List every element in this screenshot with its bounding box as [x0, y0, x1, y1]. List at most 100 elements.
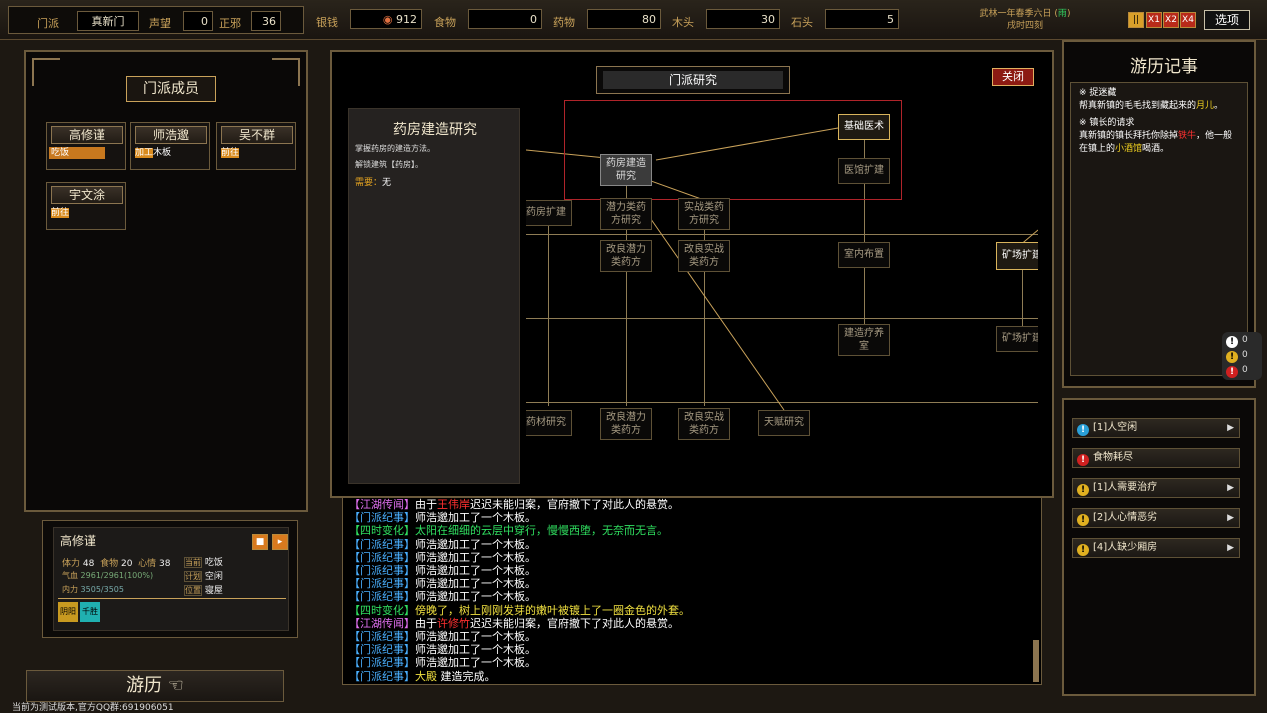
tech-node[interactable]: 室内布置 — [838, 242, 890, 268]
divider — [58, 598, 286, 599]
alert-button[interactable]: ! [1]人需要治疗 ▶ — [1072, 478, 1240, 498]
log-text: 王伟岸 — [437, 498, 470, 511]
member-card[interactable]: 宇文涂 前往 — [46, 182, 126, 230]
alert-button[interactable]: ! [1]人空闲 ▶ — [1072, 418, 1240, 438]
log-text: 由于 — [415, 616, 437, 630]
log-entry: 【四时变化】傍晚了，树上刚刚发芽的嫩叶被镀上了一圈金色的外套。 — [349, 604, 1035, 617]
log-text: 许修竹 — [437, 616, 470, 630]
speed-x2-button[interactable]: X2 — [1163, 12, 1179, 28]
log-text: 由于 — [415, 498, 437, 511]
arrow-right-icon: ▶ — [1227, 543, 1234, 553]
log-tag: 【门派纪事】 — [349, 643, 415, 657]
alert-icon: ! — [1077, 514, 1089, 526]
reputation-value: 0 — [183, 11, 213, 31]
tech-tree: 基础医术 药房建造研究 医馆扩建 药房扩建 潜力类药方研究 实战类药方研究 改良… — [526, 92, 1038, 486]
log-entry: 【门派纪事】师浩邈加工了一个木板。 — [349, 511, 1035, 524]
play-button[interactable]: ▸ — [272, 534, 288, 550]
alert-button[interactable]: ! [2]人心情恶劣 ▶ — [1072, 508, 1240, 528]
tech-node[interactable]: 改良实战类药方 — [678, 408, 730, 440]
hp-row: 气血 2961/2961(100%) — [62, 571, 154, 580]
alert-button[interactable]: ! 食物耗尽 — [1072, 448, 1240, 468]
tech-node[interactable]: 药房扩建 — [526, 200, 572, 226]
tech-node[interactable]: 改良潜力类药方 — [600, 408, 652, 440]
log-entry: 【门派纪事】师浩邈加工了一个木板。 — [349, 551, 1035, 564]
tech-node[interactable]: 天赋研究 — [758, 410, 810, 436]
member-activity: 前往 — [51, 208, 70, 218]
log-scrollbar[interactable] — [1033, 640, 1039, 682]
reputation-label: 声望 — [149, 17, 171, 30]
tech-node[interactable]: 改良实战类药方 — [678, 240, 730, 272]
alert-icon: ! — [1077, 454, 1089, 466]
tech-node[interactable]: 实战类药方研究 — [678, 198, 730, 230]
notification-counters: ! 0 ! 0 ! 0 — [1222, 332, 1262, 380]
tech-node[interactable]: 药房建造研究 — [600, 154, 652, 186]
log-entry: 【江湖传闻】由于王伟岸迟迟未能归案，官府撤下了对此人的悬赏。 — [349, 498, 1035, 511]
quest-desc: 真新镇的镇长拜托你除掉铁牛，他一般在镇上的小酒馆喝酒。 — [1079, 131, 1233, 154]
tech-node[interactable]: 潜力类药方研究 — [600, 198, 652, 230]
log-text: 师浩邈加工了一个木板。 — [415, 550, 536, 564]
mp-row: 内力 3505/3505 — [62, 585, 124, 594]
research-info: 药房建造研究 掌握药房的建造方法。 解锁建筑【药房】。 需要：无 — [348, 108, 520, 484]
tech-node[interactable]: 基础医术 — [838, 114, 890, 140]
log-entry: 【门派纪事】师浩邈加工了一个木板。 — [349, 630, 1035, 643]
log-tag: 【门派纪事】 — [349, 511, 415, 525]
warning-icon: ! — [1226, 351, 1238, 363]
tech-node[interactable]: 医馆扩建 — [838, 158, 890, 184]
member-card[interactable]: 师浩邈 加工木板 — [130, 122, 210, 170]
tech-node[interactable]: 矿场扩建 — [996, 242, 1038, 270]
log-tag: 【江湖传闻】 — [349, 616, 415, 630]
member-card[interactable]: 高修谨 吃饭 — [46, 122, 126, 170]
alert-label: 食物耗尽 — [1093, 452, 1133, 463]
sect-info-panel: 门派 真新门 声望 0 正邪 36 — [8, 6, 304, 34]
res-silver-label: 银钱 — [316, 16, 338, 29]
info-requirement: 需要：无 — [355, 178, 392, 188]
speed-x1-button[interactable]: X1 — [1146, 12, 1162, 28]
members-panel: 门派成员 高修谨 吃饭 师浩邈 加工木板 吴不群 前往 宇文涂 前往 — [24, 50, 308, 512]
log-tag: 【门派纪事】 — [349, 630, 415, 644]
date-display: 武林一年春季六日 (雨) 戌时四刻 — [979, 9, 1071, 31]
log-text: 师浩邈加工了一个木板。 — [415, 643, 536, 657]
alert-button[interactable]: ! [4]人缺少厢房 ▶ — [1072, 538, 1240, 558]
options-button[interactable]: 选项 — [1204, 10, 1250, 30]
log-entry: 【门派纪事】师浩邈加工了一个木板。 — [349, 643, 1035, 656]
tech-node[interactable]: 药材研究 — [526, 410, 572, 436]
tech-node[interactable]: 建造疗养室 — [838, 324, 890, 356]
tech-node[interactable]: 矿场扩建 — [996, 326, 1038, 352]
alert-icon: ! — [1077, 544, 1089, 556]
log-entry: 【门派纪事】师浩邈加工了一个木板。 — [349, 538, 1035, 551]
corner-ornament — [272, 58, 300, 86]
log-entry: 【门派纪事】师浩邈加工了一个木板。 — [349, 656, 1035, 669]
log-tag: 【门派纪事】 — [349, 669, 415, 683]
speed-x4-button[interactable]: X4 — [1180, 12, 1196, 28]
alert-label: [2]人心情恶劣 — [1093, 512, 1158, 523]
log-entry: 【门派纪事】大殿 建造完成。 — [349, 670, 1035, 683]
log-entry: 【门派纪事】师浩邈加工了一个木板。 — [349, 564, 1035, 577]
quest-desc: 帮真新镇的毛毛找到藏起来的月儿。 — [1079, 101, 1224, 111]
member-name: 高修谨 — [51, 126, 123, 144]
log-tag: 【门派纪事】 — [349, 656, 415, 670]
trait-badge[interactable]: 阴阳 — [58, 602, 78, 622]
log-text: 迟迟未能归案，官府撤下了对此人的悬赏。 — [470, 616, 679, 630]
log-text: 师浩邈加工了一个木板。 — [415, 537, 536, 551]
member-card[interactable]: 吴不群 前往 — [216, 122, 296, 170]
travel-button[interactable]: 游历 ☜ — [26, 670, 284, 702]
trait-badge[interactable]: 千胜 — [80, 602, 100, 622]
res-wood-value: 30 — [706, 9, 780, 29]
info-desc: 解锁建筑【药房】。 — [355, 160, 423, 169]
alignment-label: 正邪 — [219, 17, 241, 30]
pause-button[interactable]: || — [1128, 12, 1144, 28]
stop-button[interactable]: ■ — [252, 534, 268, 550]
res-stone-label: 石头 — [791, 16, 813, 29]
res-stone-value: 5 — [825, 9, 899, 29]
close-button[interactable]: 关闭 — [992, 68, 1034, 86]
member-activity: 加工木板 — [135, 148, 172, 158]
journal-content: ※ 捉迷藏 帮真新镇的毛毛找到藏起来的月儿。 ※ 镇长的请求 真新镇的镇长拜托你… — [1070, 82, 1248, 376]
alert-label: [1]人需要治疗 — [1093, 482, 1158, 493]
log-tag: 【四时变化】 — [349, 524, 415, 538]
log-entry: 【门派纪事】师浩邈加工了一个木板。 — [349, 590, 1035, 603]
research-title-box: 门派研究 — [596, 66, 790, 94]
log-tag: 【门派纪事】 — [349, 577, 415, 591]
detail-name: 高修谨 — [60, 534, 97, 548]
tech-node[interactable]: 改良潜力类药方 — [600, 240, 652, 272]
log-text: 大殿 — [415, 669, 437, 683]
